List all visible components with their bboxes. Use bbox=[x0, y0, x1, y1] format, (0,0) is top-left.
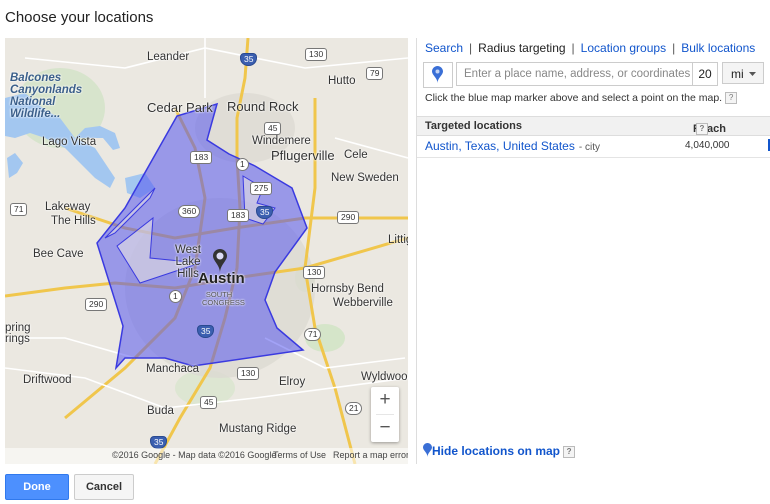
map-copyright: ©2016 Google - Map data ©2016 Google bbox=[112, 450, 277, 460]
table-row: Austin, Texas, United States - city 4,040… bbox=[417, 135, 770, 158]
map-label-littig: Littig bbox=[388, 234, 408, 246]
highway-shield: 45 bbox=[264, 122, 282, 135]
map-pin-icon bbox=[423, 443, 432, 457]
tab-location-groups[interactable]: Location groups bbox=[581, 41, 666, 55]
highway-shield: 183 bbox=[227, 209, 250, 222]
location-name: Austin, Texas, United States bbox=[425, 139, 575, 153]
highway-shield: 130 bbox=[237, 367, 260, 380]
highway-shield: 71 bbox=[304, 328, 322, 341]
map-label-south-congress: SOUTH CONGRESS bbox=[202, 290, 245, 307]
map-label-hutto: Hutto bbox=[328, 75, 356, 87]
map-pin-icon bbox=[432, 66, 443, 83]
cancel-button[interactable]: Cancel bbox=[74, 474, 134, 500]
highway-shield: 183 bbox=[190, 151, 213, 164]
map-label-hornsby-bend: Hornsby Bend bbox=[311, 283, 384, 295]
highway-shield: 130 bbox=[305, 48, 328, 61]
map-label-lakeway: Lakeway bbox=[45, 201, 91, 213]
highway-shield: 290 bbox=[337, 211, 360, 224]
highway-shield: 360 bbox=[178, 205, 201, 218]
radius-unit-select[interactable]: mi bbox=[722, 62, 764, 84]
radius-hint: Click the blue map marker above and sele… bbox=[425, 92, 738, 105]
map-label-lago-vista: Lago Vista bbox=[42, 136, 97, 148]
highway-shield: 130 bbox=[303, 266, 326, 279]
targeted-location-link[interactable]: Austin, Texas, United States - city bbox=[425, 139, 600, 153]
map-label-wyldwood: Wyldwood bbox=[361, 371, 408, 383]
map-label-elroy: Elroy bbox=[279, 376, 306, 388]
targeted-table-header: Targeted locations Reach? bbox=[417, 116, 770, 136]
terms-of-use-link[interactable]: Terms of Use bbox=[273, 450, 326, 460]
map-label-mustang-ridge: Mustang Ridge bbox=[219, 423, 297, 435]
map-label-cedar-park: Cedar Park bbox=[147, 100, 213, 115]
tab-bulk-locations[interactable]: Bulk locations bbox=[681, 41, 755, 55]
map-label-manchaca: Manchaca bbox=[146, 363, 200, 375]
highway-shield: 71 bbox=[10, 203, 28, 216]
highway-shield: 275 bbox=[250, 182, 273, 195]
hide-locations-link[interactable]: Hide locations on map? bbox=[423, 443, 576, 458]
map-label-leander: Leander bbox=[147, 51, 190, 63]
map-label-rings: rings bbox=[5, 333, 30, 345]
help-icon[interactable]: ? bbox=[725, 92, 738, 105]
map-label-balcones: Balcones Canyonlands National Wildlife..… bbox=[10, 72, 83, 120]
location-map[interactable]: Leander Cedar Park Round Rock Hutto Balc… bbox=[5, 38, 408, 464]
tab-separator: | bbox=[469, 41, 473, 55]
col-targeted-locations: Targeted locations bbox=[425, 120, 522, 132]
zoom-controls: + − bbox=[371, 387, 399, 442]
dialog-title: Choose your locations bbox=[5, 9, 154, 26]
location-panel: Search | Radius targeting | Location groups |… bbox=[416, 38, 770, 464]
help-icon[interactable]: ? bbox=[696, 123, 708, 135]
map-label-driftwood: Driftwood bbox=[23, 374, 72, 386]
location-tabs: Search | Radius targeting | Location groups |… bbox=[425, 41, 755, 55]
place-marker-button[interactable] bbox=[423, 62, 453, 88]
radius-unit-value: mi bbox=[731, 67, 744, 81]
map-label-pflugerville: Pflugerville bbox=[271, 148, 335, 163]
map-label-the-hills: The Hills bbox=[51, 215, 96, 227]
done-button[interactable]: Done bbox=[5, 474, 69, 500]
hide-locations-label: Hide locations on map bbox=[432, 444, 561, 458]
tab-search[interactable]: Search bbox=[425, 41, 463, 55]
highway-shield: 79 bbox=[366, 67, 384, 80]
location-reach: 4,040,000 bbox=[685, 140, 730, 151]
map-label-round-rock: Round Rock bbox=[227, 99, 299, 114]
zoom-out-button[interactable]: − bbox=[371, 415, 399, 442]
highway-shield: 21 bbox=[345, 402, 363, 415]
location-type: - city bbox=[578, 142, 600, 153]
tab-separator: | bbox=[672, 41, 676, 55]
radius-hint-text: Click the blue map marker above and sele… bbox=[425, 92, 723, 104]
place-search-input[interactable] bbox=[456, 62, 702, 86]
chevron-down-icon bbox=[749, 72, 756, 76]
map-label-webberville: Webberville bbox=[333, 297, 393, 309]
highway-shield: 1 bbox=[236, 158, 249, 171]
map-label-buda: Buda bbox=[147, 405, 174, 417]
report-map-error-link[interactable]: Report a map error bbox=[333, 450, 408, 460]
map-label-new-sweden: New Sweden bbox=[331, 172, 399, 184]
map-label-cele: Cele bbox=[344, 149, 368, 161]
map-marker-icon[interactable] bbox=[213, 249, 227, 273]
map-footer: ©2016 Google - Map data ©2016 Google Ter… bbox=[5, 448, 408, 464]
tab-radius-targeting[interactable]: Radius targeting bbox=[478, 41, 565, 55]
highway-shield: 45 bbox=[200, 396, 218, 409]
tab-separator: | bbox=[571, 41, 575, 55]
radius-input[interactable] bbox=[692, 62, 718, 86]
zoom-in-button[interactable]: + bbox=[371, 387, 399, 414]
help-icon[interactable]: ? bbox=[563, 445, 576, 458]
map-label-windemere: Windemere bbox=[252, 135, 311, 147]
highway-shield: 1 bbox=[169, 290, 182, 303]
highway-shield: 290 bbox=[85, 298, 108, 311]
map-label-bee-cave: Bee Cave bbox=[33, 248, 84, 260]
